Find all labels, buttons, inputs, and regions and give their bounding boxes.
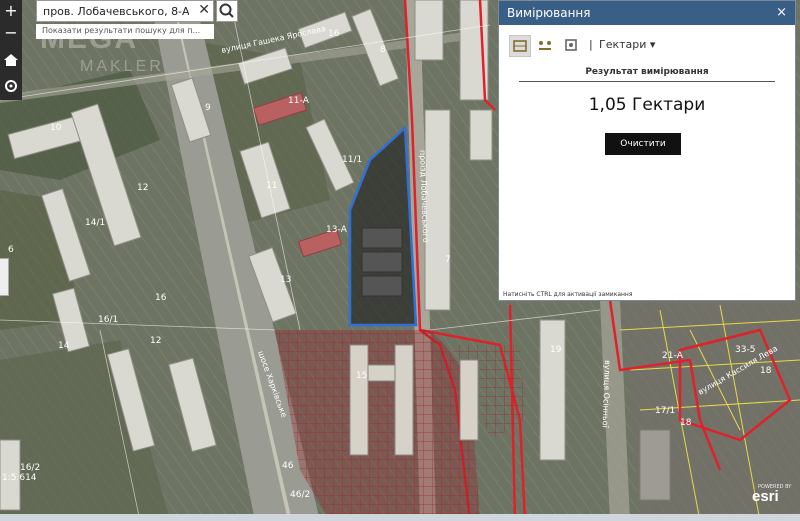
location-tool-button[interactable] [561, 35, 583, 57]
building-label: 12 [150, 336, 161, 346]
building-label: 7 [445, 255, 451, 265]
crosshair-icon [5, 80, 17, 92]
unit-separator: | [589, 38, 593, 51]
clear-search-icon[interactable]: ✕ [198, 2, 210, 18]
area-tool-button[interactable] [509, 35, 531, 57]
building-label: 33-5 [735, 345, 755, 355]
building-label: 18 [680, 418, 692, 428]
home-button[interactable] [2, 52, 20, 70]
building-label: 16 [328, 29, 340, 39]
map-toolbar: + − [0, 0, 22, 100]
location-icon [565, 39, 577, 51]
clear-button[interactable]: Очистити [605, 133, 681, 155]
distance-tool-button[interactable] [535, 35, 557, 57]
search-button[interactable] [216, 0, 238, 22]
building-label: 16/2 [20, 463, 40, 473]
side-panel-toggle[interactable] [0, 258, 9, 296]
building-label: 46/2 [290, 490, 310, 500]
unit-label: Гектари [599, 38, 647, 51]
building-label: 11 [266, 181, 277, 191]
result-value: 1,05 Гектари [588, 95, 706, 115]
building-label: 8 [380, 45, 386, 55]
building-label: 14 [58, 341, 70, 351]
building-label: 14/1 [85, 218, 105, 228]
building-label: 6 [8, 245, 14, 255]
distance-icon [539, 41, 551, 50]
panel-title: Вимірювання [507, 6, 591, 20]
building-label: 19 [550, 345, 562, 355]
zoom-in-button[interactable]: + [2, 2, 20, 20]
unit-dropdown[interactable]: Гектари ▾ [599, 38, 655, 51]
building-label: 16/1 [98, 315, 118, 325]
measurement-panel: Вимірювання × | Гектари ▾ Результат вимі… [498, 0, 796, 301]
divider [519, 81, 775, 82]
search-icon [219, 3, 234, 18]
building-label: 15 [356, 371, 367, 381]
building-label: 11-А [288, 96, 310, 106]
esri-logo: esri [752, 488, 779, 505]
close-button[interactable]: × [776, 1, 787, 25]
result-label: Результат вимірювання [585, 67, 709, 77]
zoom-out-button[interactable]: − [2, 24, 20, 42]
watermark-subtitle: MAKLER [80, 58, 164, 75]
snapping-hint: Натисніть CTRL для активації замикання [503, 291, 633, 298]
panel-header: Вимірювання × [499, 1, 795, 25]
building-label: 13 [280, 275, 291, 285]
building-label: 11/1 [342, 155, 362, 165]
home-icon [4, 54, 18, 66]
search-box: ✕ [36, 0, 214, 22]
building-label: 21-А [662, 351, 684, 361]
search-input[interactable] [37, 1, 195, 21]
building-label: 12 [137, 183, 148, 193]
area-icon [513, 40, 527, 52]
search-suggestion[interactable]: Показати результати пошуку для п... [36, 24, 214, 39]
caret-down-icon: ▾ [649, 38, 656, 51]
building-label: 17/1 [655, 406, 675, 416]
building-label: 46 [282, 461, 294, 471]
locate-button[interactable] [2, 78, 20, 96]
building-label: 16 [155, 293, 167, 303]
building-label: 9 [205, 103, 211, 113]
scale-label: 1:5 614 [2, 473, 37, 483]
building-label: 10 [50, 123, 62, 133]
building-label: 18 [760, 366, 772, 376]
building-label: 13-А [326, 225, 348, 235]
bottom-strip [0, 514, 800, 521]
